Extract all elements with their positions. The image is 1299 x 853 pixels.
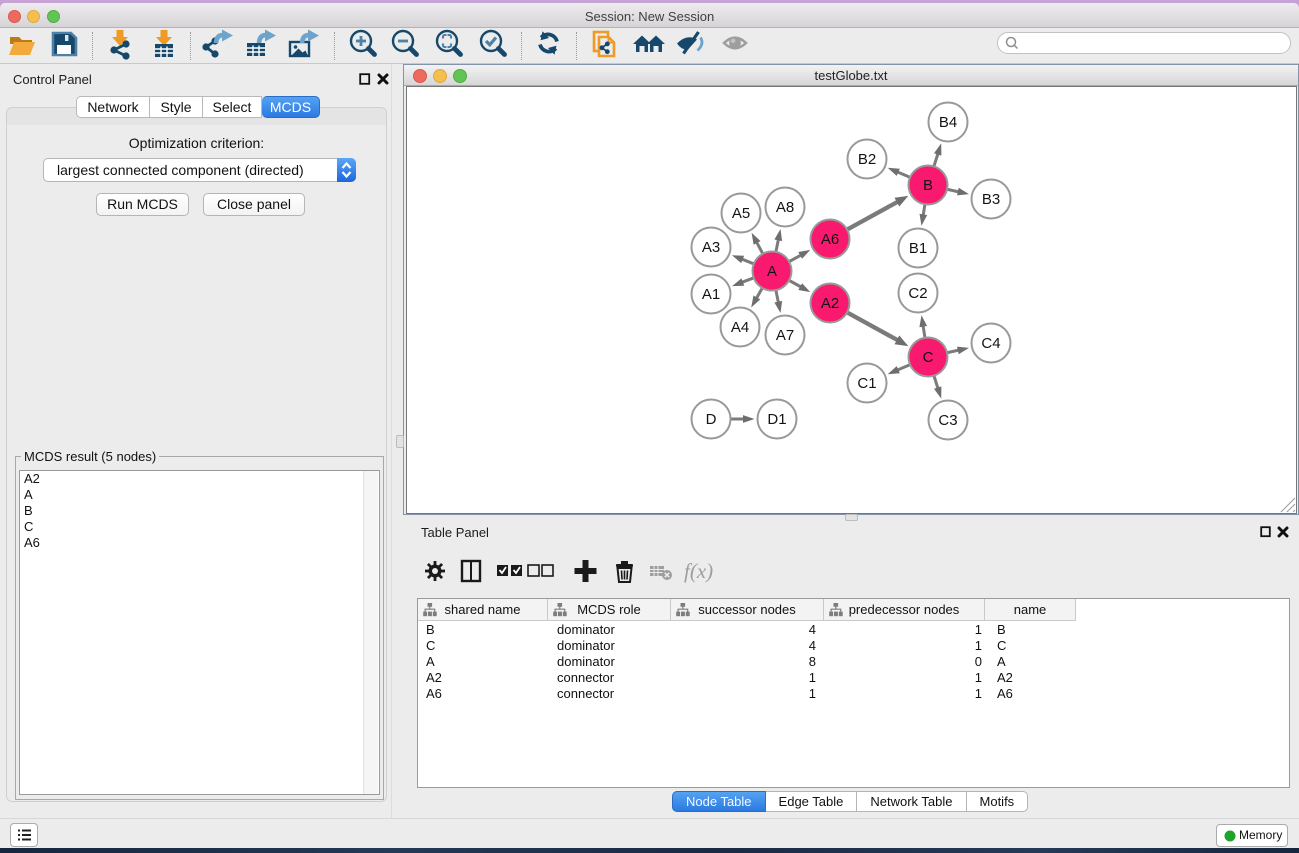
svg-text:A2: A2 <box>821 295 839 312</box>
svg-text:C1: C1 <box>857 375 876 392</box>
svg-text:C: C <box>923 349 934 366</box>
svg-text:A7: A7 <box>776 327 794 344</box>
svg-text:C2: C2 <box>908 285 927 302</box>
svg-text:A3: A3 <box>702 239 720 256</box>
svg-text:A: A <box>767 263 777 280</box>
svg-text:B1: B1 <box>909 240 927 257</box>
svg-text:B2: B2 <box>858 151 876 168</box>
svg-text:A1: A1 <box>702 286 720 303</box>
svg-text:A5: A5 <box>732 205 750 222</box>
svg-text:C4: C4 <box>981 335 1000 352</box>
svg-text:B: B <box>923 177 933 194</box>
svg-text:A4: A4 <box>731 319 749 336</box>
svg-text:C3: C3 <box>938 412 957 429</box>
svg-text:A8: A8 <box>776 199 794 216</box>
svg-text:A6: A6 <box>821 231 839 248</box>
svg-text:D1: D1 <box>767 411 786 428</box>
svg-text:B4: B4 <box>939 114 957 131</box>
svg-text:D: D <box>706 411 717 428</box>
svg-text:B3: B3 <box>982 191 1000 208</box>
svg-text:f(x): f(x) <box>684 559 713 583</box>
